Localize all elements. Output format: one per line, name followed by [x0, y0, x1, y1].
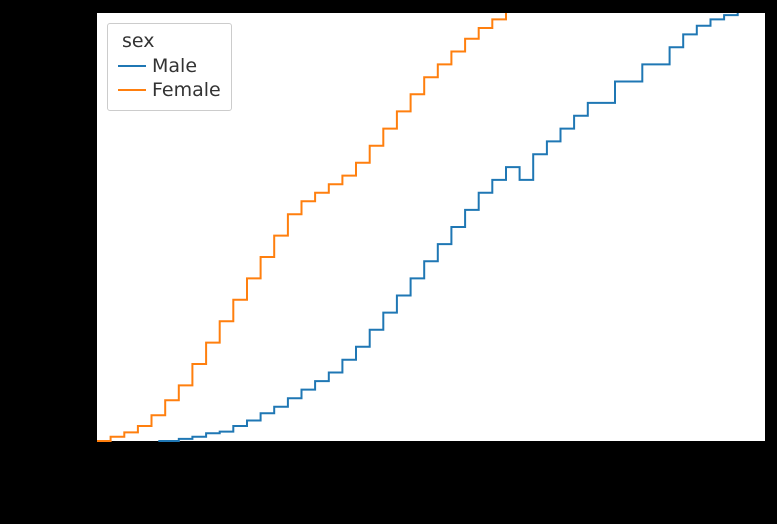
line-series-male: [158, 13, 737, 441]
plot-area: sex Male Female: [96, 12, 766, 442]
legend-title: sex: [122, 30, 221, 52]
legend: sex Male Female: [107, 23, 232, 111]
legend-label-male: Male: [152, 55, 197, 77]
legend-swatch-female: [118, 89, 146, 91]
legend-entry-male: Male: [118, 54, 221, 78]
legend-swatch-male: [118, 65, 146, 67]
legend-label-female: Female: [152, 79, 221, 101]
legend-entry-female: Female: [118, 78, 221, 102]
